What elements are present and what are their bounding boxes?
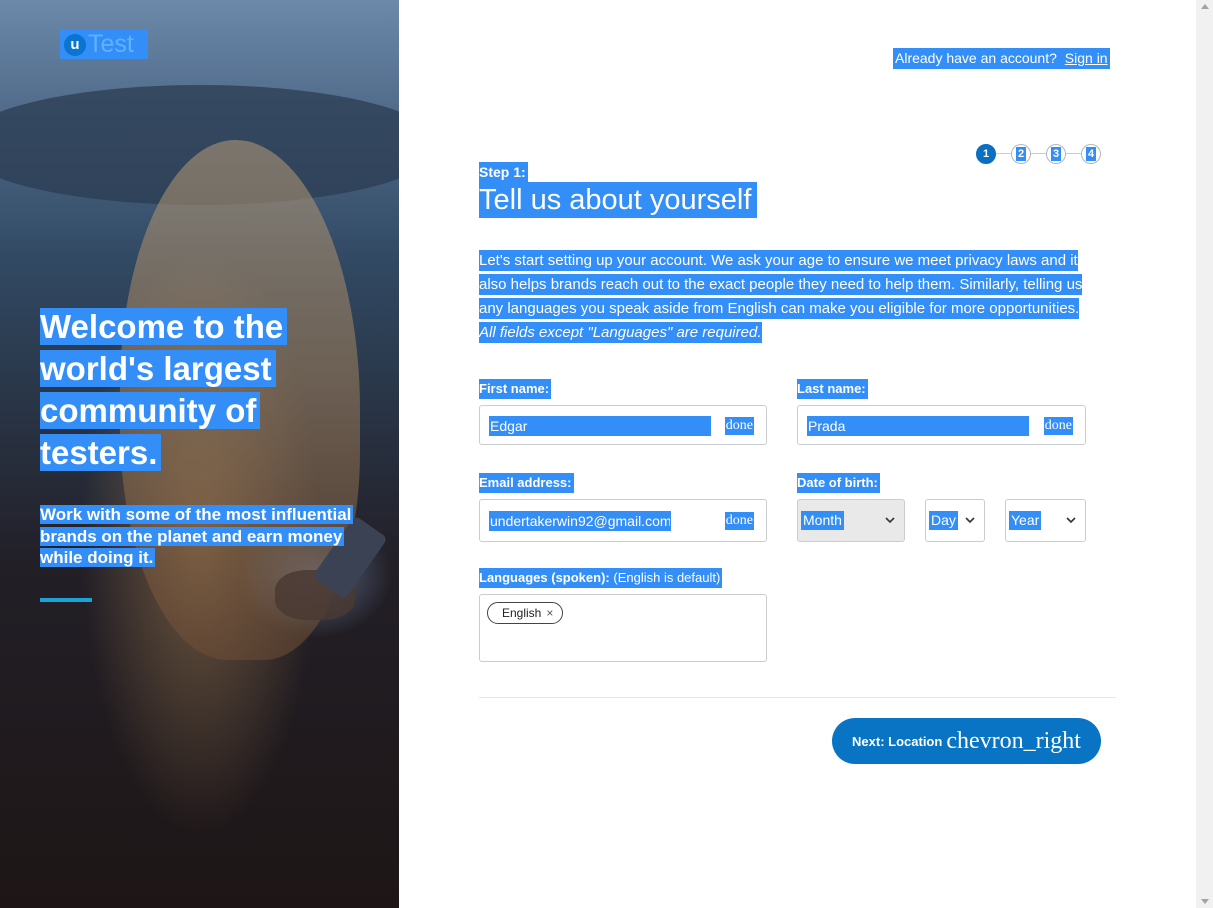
hero-panel: u Test Welcome to the world's largest co… [0, 0, 399, 908]
email-field[interactable]: done [479, 499, 767, 542]
dob-month-select[interactable]: Month [797, 499, 905, 542]
step-4-indicator: 4 [1081, 144, 1101, 164]
scroll-down-arrow-icon[interactable] [1201, 899, 1209, 904]
languages-hint: (English is default) [613, 570, 721, 585]
chevron-down-icon [885, 517, 895, 524]
stepper-connector [995, 153, 1011, 154]
language-chip-english: English × [487, 602, 564, 624]
form-divider [479, 697, 1116, 698]
intro-paragraph: Let's start setting up your account. We … [479, 249, 1099, 345]
dob-day-value: Day [929, 511, 958, 530]
languages-input[interactable]: English × [479, 594, 767, 662]
dob-label: Date of birth: [797, 473, 880, 493]
chevron-down-icon [1066, 517, 1076, 524]
hero-accent-bar [40, 598, 92, 602]
languages-label: Languages (spoken): (English is default) [479, 568, 723, 588]
step-3-indicator: 3 [1046, 144, 1066, 164]
step-label: Step 1: [479, 162, 528, 182]
last-name-field[interactable]: done [797, 405, 1086, 445]
step-2-indicator: 2 [1011, 144, 1031, 164]
next-button-label: Next: Location [852, 733, 943, 749]
first-name-input[interactable] [489, 416, 711, 436]
account-prompt-text: Already have an account? [895, 50, 1057, 66]
intro-text: Let's start setting up your account. We … [479, 250, 1083, 319]
dob-year-value: Year [1009, 511, 1042, 530]
page-scrollbar[interactable] [1196, 0, 1213, 908]
next-location-button[interactable]: Next: Location chevron_right [832, 718, 1101, 764]
first-name-label: First name: [479, 379, 552, 399]
chevron-down-icon [965, 517, 975, 524]
stepper-connector [1064, 153, 1081, 154]
language-chip-label: English [502, 606, 542, 620]
last-name-input[interactable] [807, 416, 1029, 436]
logo-u-mark: u [64, 33, 86, 56]
email-done-icon: done [724, 512, 754, 530]
required-note: All fields except "Languages" are requir… [479, 324, 762, 341]
page-title: Tell us about yourself [479, 182, 758, 218]
email-input[interactable] [489, 511, 671, 531]
dob-year-select[interactable]: Year [1005, 499, 1086, 542]
remove-chip-icon[interactable]: × [546, 606, 553, 620]
scroll-up-arrow-icon[interactable] [1201, 4, 1209, 9]
logo-wordmark: Test [88, 30, 134, 58]
step-1-indicator: 1 [976, 144, 996, 164]
languages-label-text: Languages (spoken): [479, 570, 610, 585]
progress-stepper: 1 2 3 4 [976, 144, 1101, 164]
first-name-done-icon: done [724, 417, 754, 435]
signin-prompt: Already have an account? Sign in [893, 48, 1110, 69]
first-name-field[interactable]: done [479, 405, 767, 445]
hero-title: Welcome to the world's largest community… [40, 306, 370, 474]
last-name-done-icon: done [1043, 417, 1073, 435]
last-name-label: Last name: [797, 379, 868, 399]
chevron-right-icon: chevron_right [946, 727, 1081, 754]
utest-logo[interactable]: u Test [60, 30, 148, 59]
email-label: Email address: [479, 473, 574, 493]
hero-subtitle: Work with some of the most influential b… [40, 505, 354, 567]
dob-day-select[interactable]: Day [925, 499, 985, 542]
dob-month-value: Month [801, 511, 844, 530]
stepper-connector [1029, 153, 1046, 154]
signin-link[interactable]: Sign in [1065, 50, 1108, 66]
